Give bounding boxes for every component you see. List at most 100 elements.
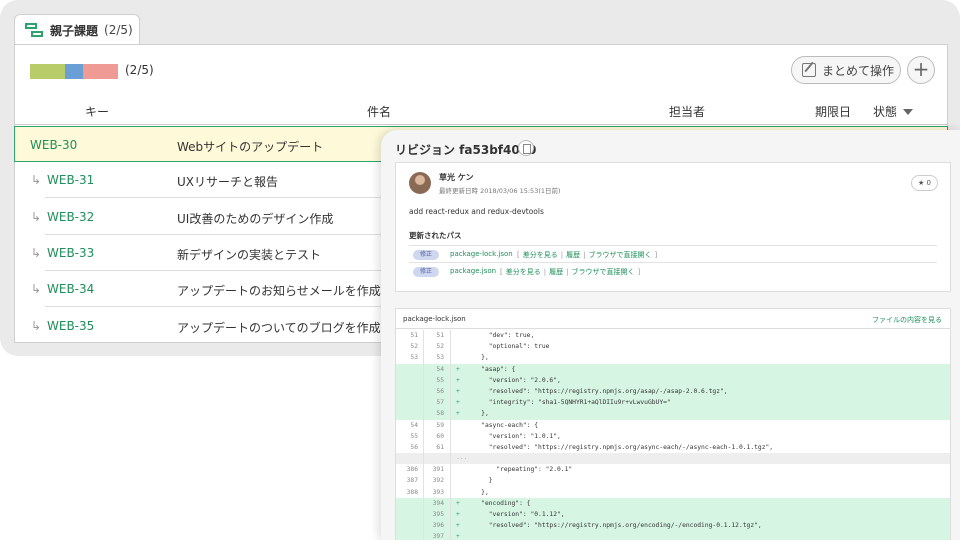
- path-file-link[interactable]: package-lock.json: [450, 250, 513, 258]
- diff-code: "encoding": {: [466, 499, 531, 507]
- diff-code: },: [466, 410, 489, 418]
- old-line-number: 52: [410, 343, 418, 351]
- new-line-number: 60: [436, 432, 444, 440]
- diff-code: "version": "2.0.6",: [466, 376, 561, 384]
- diff-marker: +: [456, 522, 460, 530]
- new-line-number: 55: [436, 376, 444, 384]
- change-type-badge: 修正: [413, 250, 439, 260]
- diff-link[interactable]: 差分を見る: [506, 268, 541, 276]
- child-arrow-icon: ↳: [31, 209, 42, 224]
- gutter-divider: [450, 441, 451, 454]
- open-in-browser-link[interactable]: ブラウザで直接開く: [571, 268, 634, 276]
- link-separator: |: [583, 251, 586, 259]
- issue-name[interactable]: UXリサーチと報告: [177, 173, 278, 190]
- diff-marker: +: [456, 511, 460, 518]
- issue-key-link[interactable]: WEB-33: [47, 246, 94, 260]
- copy-icon[interactable]: [518, 140, 534, 156]
- diff-marker: +: [456, 410, 460, 418]
- column-header-name[interactable]: 件名: [367, 103, 391, 120]
- open-in-browser-link[interactable]: ブラウザで直接開く: [588, 251, 651, 259]
- issue-key-link[interactable]: WEB-30: [30, 138, 77, 152]
- issue-name[interactable]: 新デザインの実装とテスト: [177, 246, 321, 263]
- column-header-assignee[interactable]: 担当者: [669, 103, 705, 120]
- new-line-number: 53: [436, 354, 444, 362]
- revision-title: リビジョン fa53bf4080: [395, 143, 537, 157]
- tab-count: (2/5): [104, 23, 133, 37]
- history-link[interactable]: 履歴: [566, 251, 580, 259]
- diff-code: "version": "1.0.1",: [466, 432, 561, 440]
- star-button[interactable]: ★ 0: [911, 175, 938, 191]
- path-links: [差分を見る | 履歴 | ブラウザで直接開く]: [497, 267, 643, 277]
- diff-link[interactable]: 差分を見る: [523, 251, 558, 259]
- gutter-divider: [423, 453, 424, 465]
- diff-line-added: 396 + "resolved": "https://registry.npmjs…: [396, 520, 950, 532]
- diff-marker: +: [456, 376, 460, 384]
- link-separator: ]: [654, 251, 658, 259]
- diff-code: "dev": true,: [466, 332, 535, 339]
- progress-segment: [83, 64, 118, 79]
- diff-line: 56 61 "resolved": "https://registry.npmjs…: [396, 441, 950, 454]
- bulk-operation-button[interactable]: まとめて操作: [791, 56, 901, 84]
- issue-key-link[interactable]: WEB-31: [47, 173, 94, 187]
- new-line-number: 57: [436, 399, 444, 407]
- new-line-number: 392: [432, 477, 444, 485]
- avatar: [409, 172, 431, 194]
- diff-code: "asap": {: [466, 365, 516, 373]
- gutter-divider: [450, 385, 451, 398]
- issue-name[interactable]: UI改善のためのデザイン作成: [177, 210, 333, 227]
- diff-line: 388 393 },: [396, 486, 950, 498]
- tab-title: 親子課題: [50, 23, 99, 38]
- diff-header: package-lock.json ファイルの内容を見る: [396, 309, 950, 329]
- gutter-divider: [450, 352, 451, 364]
- diff-line-added: 55 + "version": "2.0.6",: [396, 374, 950, 386]
- progress-segment: [30, 64, 65, 79]
- column-header-status[interactable]: 状態: [873, 103, 914, 120]
- new-line-number: 51: [436, 332, 444, 339]
- old-line-number: 388: [406, 488, 418, 496]
- old-line-number: 386: [406, 466, 418, 474]
- path-row: 修正 package.json[差分を見る | 履歴 | ブラウザで直接開く]: [409, 262, 937, 279]
- new-line-number: 391: [432, 466, 444, 474]
- table-header: キー 件名 担当者 期限日 状態: [15, 95, 947, 125]
- author-name[interactable]: 草光 ケン: [439, 172, 474, 183]
- new-line-number: 58: [436, 410, 444, 418]
- gutter-divider: [450, 486, 451, 498]
- issue-name[interactable]: アップデートのお知らせメールを作成す: [177, 282, 393, 299]
- view-file-link[interactable]: ファイルの内容を見る: [872, 315, 942, 325]
- gutter-divider: [450, 475, 451, 487]
- issue-key-link[interactable]: WEB-32: [47, 210, 94, 224]
- gutter-divider: [450, 408, 451, 420]
- diff-marker: +: [456, 365, 460, 373]
- diff-code: }: [466, 477, 493, 485]
- edit-icon: [802, 63, 816, 77]
- progress-bar: [30, 64, 118, 79]
- gutter-divider: [450, 341, 451, 353]
- new-line-number: 393: [432, 488, 444, 496]
- issue-key-link[interactable]: WEB-34: [47, 282, 94, 296]
- diff-marker: +: [456, 499, 460, 507]
- new-line-number: 54: [436, 365, 444, 373]
- revision-popup: リビジョン fa53bf4080 草光 ケン 最終更新日時 2018/03/06…: [381, 130, 960, 540]
- new-line-number: 52: [436, 343, 444, 351]
- chevron-down-icon: [903, 109, 914, 115]
- tab-child-issues[interactable]: 親子課題 (2/5): [14, 14, 140, 45]
- gutter-divider: [450, 531, 451, 540]
- path-file-link[interactable]: package.json: [450, 267, 496, 275]
- diff-line-added: 58 + },: [396, 408, 950, 420]
- new-line-number: 395: [432, 511, 444, 518]
- diff-file-name: package-lock.json: [403, 315, 466, 323]
- link-separator: |: [543, 268, 547, 276]
- add-child-issue-button[interactable]: +: [907, 56, 935, 84]
- link-separator: [: [500, 268, 503, 276]
- issue-name[interactable]: Webサイトのアップデート: [177, 138, 323, 155]
- history-link[interactable]: 履歴: [549, 268, 563, 276]
- diff-code: "version": "0.1.12",: [466, 511, 565, 518]
- column-header-due[interactable]: 期限日: [815, 103, 851, 120]
- column-header-key[interactable]: キー: [85, 103, 109, 120]
- issue-name[interactable]: アップデートのついてのブログを作成す: [177, 319, 393, 336]
- diff-code: },: [466, 354, 489, 362]
- old-line-number: 55: [410, 432, 418, 440]
- issue-key-link[interactable]: WEB-35: [47, 319, 94, 333]
- link-separator: |: [566, 268, 569, 276]
- updated-paths-title: 更新されたパス: [409, 231, 462, 240]
